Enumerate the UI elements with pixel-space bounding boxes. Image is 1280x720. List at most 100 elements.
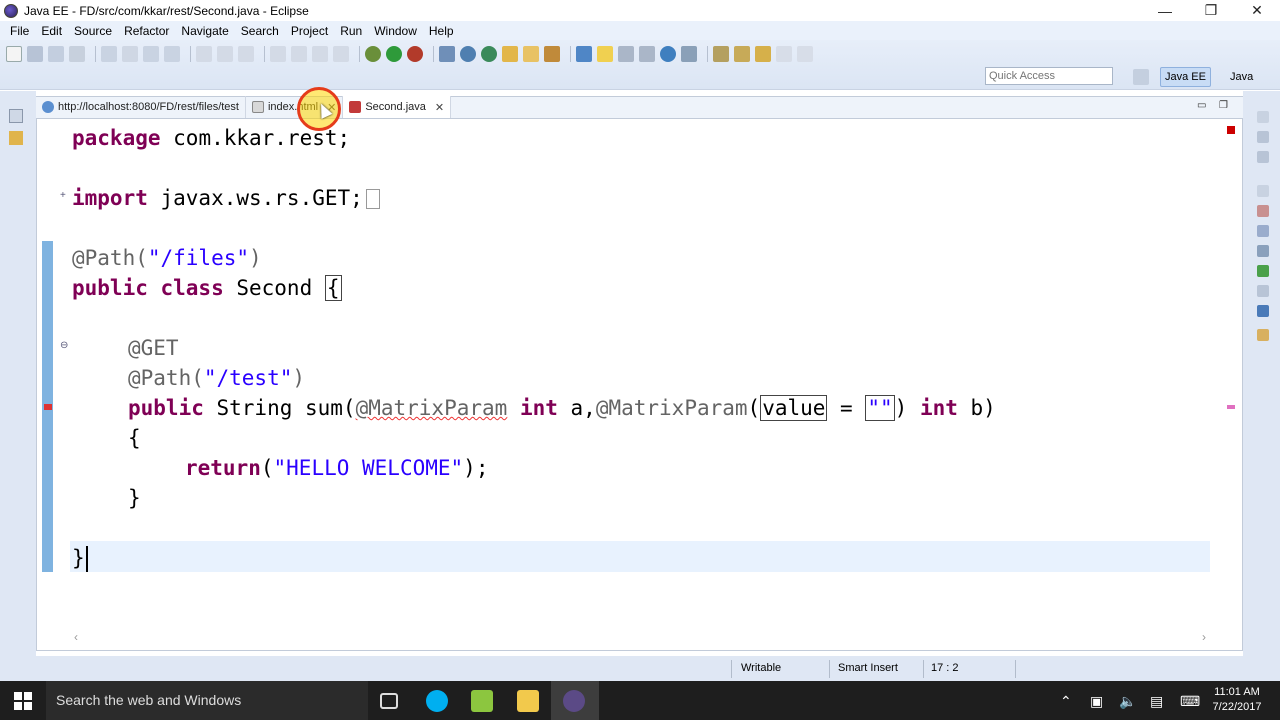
open-perspective-icon[interactable] — [1133, 69, 1149, 85]
network-icon[interactable]: ▣ — [1090, 693, 1103, 710]
close-button[interactable]: ✕ — [1234, 0, 1280, 21]
code-line[interactable]: public String sum(@MatrixParam int a,@Ma… — [128, 393, 996, 423]
menu-help[interactable]: Help — [423, 24, 460, 38]
code-line[interactable]: @GET — [128, 333, 179, 363]
pin-icon[interactable] — [681, 46, 697, 62]
progress-icon[interactable] — [1257, 329, 1269, 341]
restore-view-icon[interactable] — [1257, 185, 1269, 197]
cut-icon[interactable] — [122, 46, 138, 62]
open-type-icon[interactable] — [101, 46, 117, 62]
eclipse-taskbar-icon[interactable] — [563, 690, 585, 712]
menu-file[interactable]: File — [4, 24, 35, 38]
minimize-button[interactable]: — — [1142, 0, 1188, 21]
menu-navigate[interactable]: Navigate — [175, 24, 234, 38]
menu-search[interactable]: Search — [235, 24, 285, 38]
disconnect-icon[interactable] — [333, 46, 349, 62]
servers-icon[interactable] — [1257, 245, 1269, 257]
restore-button[interactable]: ❐ — [1188, 0, 1234, 21]
open-folder-icon[interactable] — [502, 46, 518, 62]
save-all-icon[interactable] — [48, 46, 64, 62]
search-icon[interactable] — [544, 46, 560, 62]
error-overview-icon[interactable] — [1227, 126, 1235, 134]
volume-icon[interactable]: 🔈 — [1119, 693, 1136, 710]
undo-icon[interactable] — [196, 46, 212, 62]
markers-icon[interactable] — [1257, 205, 1269, 217]
console-icon[interactable] — [1257, 305, 1269, 317]
windows-start-icon[interactable] — [14, 692, 32, 710]
warning-marker-icon[interactable] — [44, 404, 52, 410]
debug-icon[interactable] — [365, 46, 381, 62]
data-source-icon[interactable] — [1257, 265, 1269, 277]
taskbar-clock[interactable]: 11:01 AM 7/22/2017 — [1207, 685, 1267, 715]
quick-access-input[interactable] — [985, 67, 1113, 85]
chevron-up-icon[interactable]: ⌃ — [1060, 693, 1072, 710]
perspective-java-ee[interactable]: Java EE — [1160, 67, 1211, 87]
code-line[interactable]: } — [128, 483, 141, 513]
keyboard-icon[interactable]: ⌨ — [1180, 693, 1200, 710]
block-selection-icon[interactable] — [618, 46, 634, 62]
tab-browser[interactable]: http://localhost:8080/FD/rest/files/test — [36, 96, 246, 118]
outline-icon[interactable] — [164, 46, 180, 62]
taskbar-search-box[interactable]: Search the web and Windows — [46, 681, 368, 720]
show-whitespace-icon[interactable] — [639, 46, 655, 62]
back-icon[interactable] — [755, 46, 771, 62]
restore-view-icon[interactable] — [9, 109, 23, 123]
print-icon[interactable] — [69, 46, 85, 62]
format-icon[interactable] — [143, 46, 159, 62]
web-browser-icon[interactable] — [660, 46, 676, 62]
restore-view-icon[interactable] — [1257, 111, 1269, 123]
code-line[interactable]: @Path("/test") — [128, 363, 305, 393]
suspend-icon[interactable] — [291, 46, 307, 62]
scroll-left-icon[interactable]: ‹ — [74, 630, 78, 644]
open-task-icon[interactable] — [523, 46, 539, 62]
linked-edit-field[interactable]: "" — [865, 395, 895, 421]
new-web-project-icon[interactable] — [460, 46, 476, 62]
perspective-java[interactable]: Java — [1228, 67, 1255, 87]
overview-marker[interactable] — [1227, 405, 1235, 409]
step-icon[interactable] — [238, 46, 254, 62]
pin-editor-icon[interactable] — [797, 46, 813, 62]
code-line[interactable]: import javax.ws.rs.GET; — [72, 183, 380, 213]
tab-second-java[interactable]: Second.java ✕ — [343, 96, 452, 118]
menu-window[interactable]: Window — [368, 24, 423, 38]
menu-edit[interactable]: Edit — [35, 24, 68, 38]
next-edit-icon[interactable] — [713, 46, 729, 62]
menu-refactor[interactable]: Refactor — [118, 24, 175, 38]
menu-source[interactable]: Source — [68, 24, 118, 38]
new-icon[interactable] — [6, 46, 22, 62]
menu-run[interactable]: Run — [334, 24, 368, 38]
next-annotation-icon[interactable] — [576, 46, 592, 62]
save-icon[interactable] — [27, 46, 43, 62]
outline-view-icon[interactable] — [1257, 131, 1269, 143]
code-line[interactable]: { — [128, 423, 141, 453]
forward-icon[interactable] — [776, 46, 792, 62]
code-line[interactable]: } — [72, 543, 88, 573]
code-line[interactable]: return("HELLO WELCOME"); — [185, 453, 488, 483]
close-icon[interactable]: ✕ — [435, 101, 444, 114]
maximize-editor-icon[interactable]: ❐ — [1219, 100, 1228, 111]
skype-icon[interactable] — [426, 690, 448, 712]
horizontal-scrollbar[interactable]: ‹ › — [70, 630, 1210, 644]
scroll-right-icon[interactable]: › — [1202, 630, 1206, 644]
terminate-icon[interactable] — [312, 46, 328, 62]
fold-expand-icon[interactable]: + — [60, 190, 66, 201]
new-server-icon[interactable] — [439, 46, 455, 62]
snippets-icon[interactable] — [1257, 285, 1269, 297]
collapsed-imports-box[interactable] — [365, 189, 380, 209]
action-center-icon[interactable]: ▤ — [1150, 693, 1163, 710]
fold-collapse-icon[interactable]: ⊖ — [60, 340, 68, 351]
task-list-icon[interactable] — [1257, 151, 1269, 163]
redo-icon[interactable] — [217, 46, 233, 62]
code-line[interactable]: @Path("/files") — [72, 243, 262, 273]
new-class-icon[interactable] — [481, 46, 497, 62]
menu-project[interactable]: Project — [285, 24, 334, 38]
run-icon[interactable] — [386, 46, 402, 62]
properties-icon[interactable] — [1257, 225, 1269, 237]
minimize-editor-icon[interactable]: ▭ — [1197, 100, 1206, 111]
resume-icon[interactable] — [270, 46, 286, 62]
project-explorer-icon[interactable] — [9, 131, 23, 145]
file-explorer-icon[interactable] — [517, 690, 539, 712]
mark-occurrences-icon[interactable] — [597, 46, 613, 62]
external-tools-icon[interactable] — [407, 46, 423, 62]
notepad-icon[interactable] — [471, 690, 493, 712]
